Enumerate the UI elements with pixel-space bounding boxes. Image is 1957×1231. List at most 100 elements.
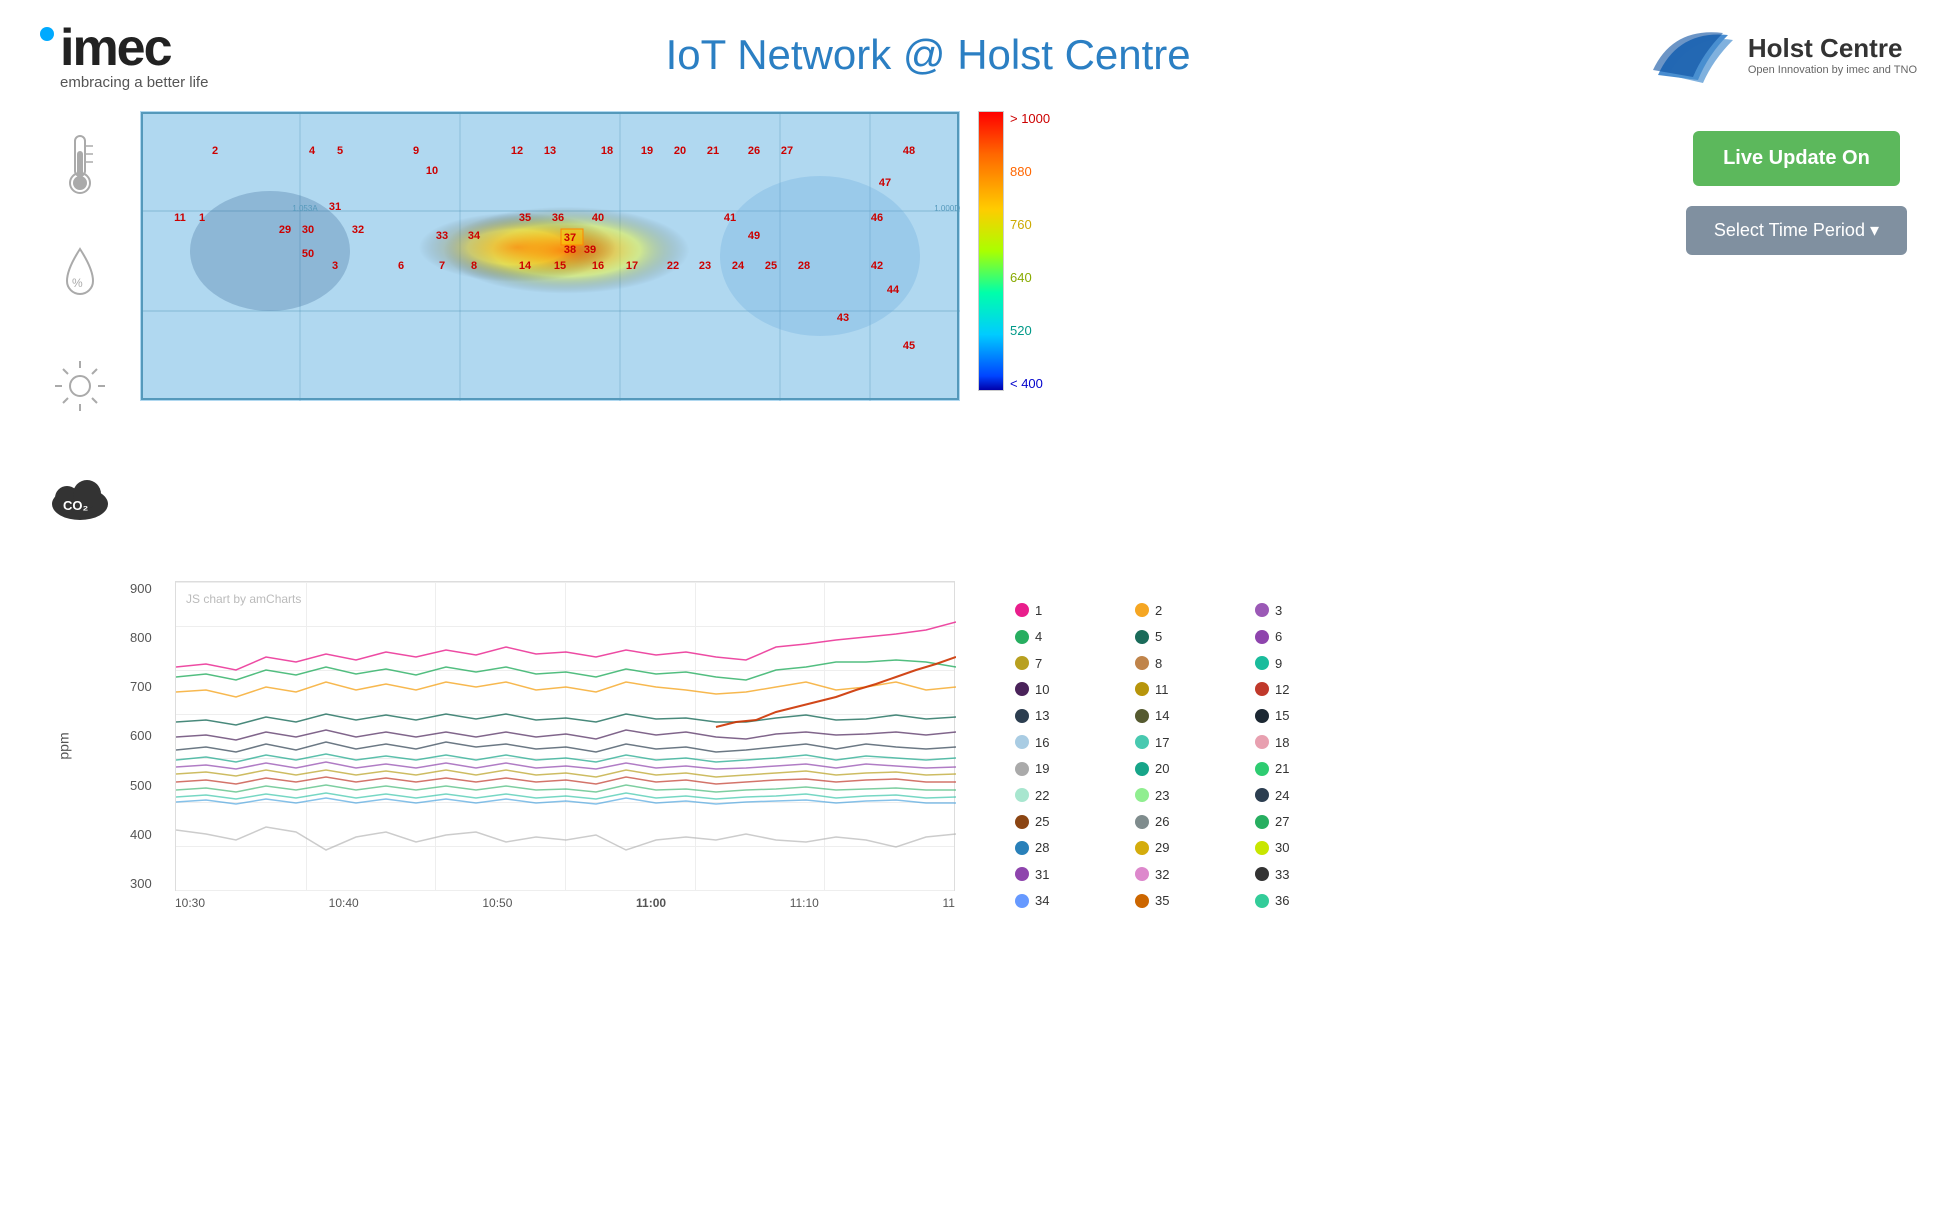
legend-label: 28: [1035, 840, 1049, 855]
svg-text:5: 5: [337, 145, 343, 157]
legend-item: 29: [1135, 839, 1255, 857]
svg-text:49: 49: [748, 230, 760, 242]
chart-canvas: JS chart by amCharts: [175, 581, 955, 891]
color-scale: > 1000 880 760 640 520 < 400: [978, 111, 1050, 391]
legend-item: 1: [1015, 601, 1135, 619]
heatmap-wrapper: 2 4 5 9 10 12 13 18 19 20 21 26 27 48 47…: [140, 111, 960, 401]
svg-text:30: 30: [302, 224, 314, 236]
y-label-600: 600: [130, 728, 152, 743]
svg-text:34: 34: [468, 230, 481, 242]
legend-label: 27: [1275, 814, 1289, 829]
floor-plan-svg: 2 4 5 9 10 12 13 18 19 20 21 26 27 48 47…: [140, 111, 960, 401]
svg-text:39: 39: [584, 244, 596, 256]
x-label-1110: 11:10: [790, 896, 819, 910]
legend-dot: [1015, 788, 1029, 802]
svg-text:21: 21: [707, 145, 719, 157]
legend-dot: [1255, 682, 1269, 696]
legend-dot: [1015, 894, 1029, 908]
legend-dot: [1135, 709, 1149, 723]
legend-label: 34: [1035, 893, 1049, 908]
live-update-button[interactable]: Live Update On: [1693, 131, 1900, 186]
time-period-button[interactable]: Select Time Period ▾: [1686, 206, 1907, 255]
svg-text:1.000D: 1.000D: [934, 204, 960, 213]
legend-label: 24: [1275, 788, 1289, 803]
y-label-400: 400: [130, 827, 152, 842]
legend-item: 35: [1135, 892, 1255, 910]
y-label-300: 300: [130, 876, 152, 891]
humidity-icon[interactable]: %: [45, 241, 115, 311]
legend-dot: [1135, 788, 1149, 802]
legend-label: 36: [1275, 893, 1289, 908]
scale-label-760: 760: [1010, 217, 1050, 232]
chart-legend: 1234567891011121314151617181920212223242…: [995, 591, 1375, 910]
x-label-1050: 10:50: [482, 896, 512, 910]
chart-lines: [176, 582, 956, 892]
legend-label: 17: [1155, 735, 1169, 750]
svg-text:3: 3: [332, 260, 338, 272]
thermometer-icon[interactable]: [45, 131, 115, 201]
legend-dot: [1135, 867, 1149, 881]
legend-item: 25: [1015, 812, 1135, 830]
legend-item: 20: [1135, 759, 1255, 777]
legend-dot: [1135, 894, 1149, 908]
legend-item: 15: [1255, 707, 1375, 725]
legend-item: 9: [1255, 654, 1375, 672]
legend-dot: [1255, 815, 1269, 829]
legend-dot: [1015, 815, 1029, 829]
svg-text:23: 23: [699, 260, 711, 272]
logo-area: imec embracing a better life: [40, 18, 208, 91]
y-label-700: 700: [130, 679, 152, 694]
svg-text:19: 19: [641, 145, 653, 157]
legend-item: 24: [1255, 786, 1375, 804]
legend-item: 8: [1135, 654, 1255, 672]
x-label-1100: 11:00: [636, 896, 666, 910]
svg-text:7: 7: [439, 260, 445, 272]
svg-text:2: 2: [212, 145, 218, 157]
legend-item: 11: [1135, 680, 1255, 698]
legend-item: 5: [1135, 627, 1255, 645]
svg-text:4: 4: [309, 145, 316, 157]
legend-label: 31: [1035, 867, 1049, 882]
logo-text: imec: [60, 18, 171, 78]
legend-dot: [1255, 656, 1269, 670]
legend-label: 21: [1275, 761, 1289, 776]
y-axis: 900 800 700 600 500 400 300: [130, 581, 152, 891]
page-title: IoT Network @ Holst Centre: [666, 31, 1191, 79]
y-label-500: 500: [130, 778, 152, 793]
light-icon[interactable]: [45, 351, 115, 421]
svg-text:47: 47: [879, 177, 891, 189]
sidebar-icons: % CO₂: [20, 101, 140, 561]
controls-area: Live Update On Select Time Period ▾: [1656, 101, 1937, 285]
svg-text:22: 22: [667, 260, 679, 272]
legend-item: 22: [1015, 786, 1135, 804]
legend-label: 1: [1035, 603, 1042, 618]
scale-label-400: < 400: [1010, 376, 1050, 391]
scale-label-1000: > 1000: [1010, 111, 1050, 126]
legend-dot: [1135, 603, 1149, 617]
legend-dot: [1135, 630, 1149, 644]
legend-label: 15: [1275, 708, 1289, 723]
legend-label: 29: [1155, 840, 1169, 855]
svg-text:11: 11: [174, 212, 186, 224]
co2-icon[interactable]: CO₂: [45, 461, 115, 531]
legend-dot: [1255, 735, 1269, 749]
legend-dot: [1015, 709, 1029, 723]
legend-dot: [1135, 815, 1149, 829]
svg-text:14: 14: [519, 260, 532, 272]
svg-text:10: 10: [426, 165, 438, 177]
heatmap-section: 2 4 5 9 10 12 13 18 19 20 21 26 27 48 47…: [140, 101, 1937, 561]
y-label-900: 900: [130, 581, 152, 596]
legend-dot: [1255, 841, 1269, 855]
svg-text:41: 41: [724, 212, 736, 224]
legend-dot: [1255, 788, 1269, 802]
svg-text:9: 9: [413, 145, 419, 157]
svg-text:8: 8: [471, 260, 477, 272]
legend-dot: [1255, 894, 1269, 908]
legend-dot: [1135, 656, 1149, 670]
legend-item: 33: [1255, 865, 1375, 883]
legend-item: 12: [1255, 680, 1375, 698]
legend-label: 10: [1035, 682, 1049, 697]
legend-label: 7: [1035, 656, 1042, 671]
legend-item: 13: [1015, 707, 1135, 725]
scale-label-880: 880: [1010, 164, 1050, 179]
